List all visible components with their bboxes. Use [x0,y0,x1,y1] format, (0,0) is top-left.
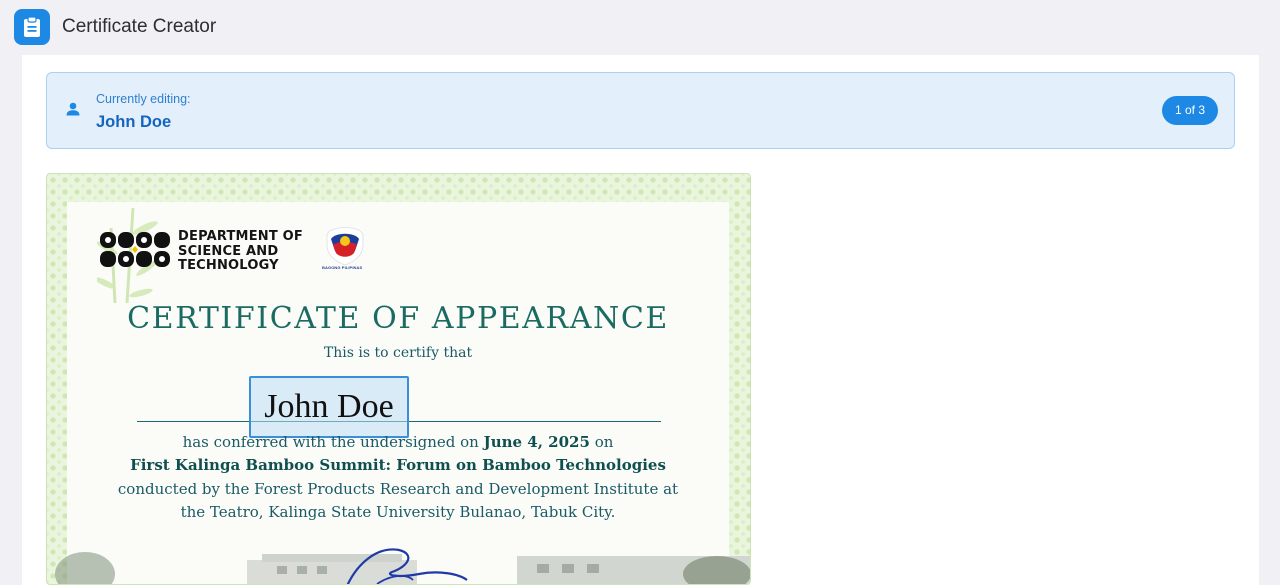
bagong-pilipinas-logo [326,227,364,266]
app-header: Certificate Creator [0,0,1280,55]
certify-statement: This is to certify that [323,345,473,361]
currently-editing-banner: Currently editing: John Doe 1 of 3 [46,72,1235,149]
recipient-count-badge: 1 of 3 [1162,96,1218,125]
editing-name: John Doe [96,113,172,131]
venue-line: the Teatro, Kalinga State University Bul… [180,503,616,521]
event-name: First Kalinga Bamboo Summit: Forum on Ba… [130,456,666,474]
dost-wordmark: DEPARTMENT OF SCIENCE AND TECHNOLOGY [178,229,303,273]
bagong-pilipinas-caption: BAGONG PILIPINAS [322,265,363,270]
dost-logo [100,232,170,267]
certificate-preview: DEPARTMENT OF SCIENCE AND TECHNOLOGY BAG… [46,173,751,585]
conferred-line: has conferred with the undersigned on Ju… [182,433,614,451]
certificate-title: CERTIFICATE OF APPEARANCE [127,301,669,336]
campus-photo-strip [55,548,750,584]
app-title: Certificate Creator [62,16,217,37]
editing-label: Currently editing: [96,92,191,106]
recipient-name-field[interactable]: John Doe [249,376,409,438]
recipient-name: John Doe [264,388,394,425]
organizer-line: conducted by the Forest Products Researc… [117,480,679,498]
person-icon [66,102,80,121]
clipboard-icon[interactable] [14,9,50,45]
event-date: June 4, 2025 [483,433,590,451]
